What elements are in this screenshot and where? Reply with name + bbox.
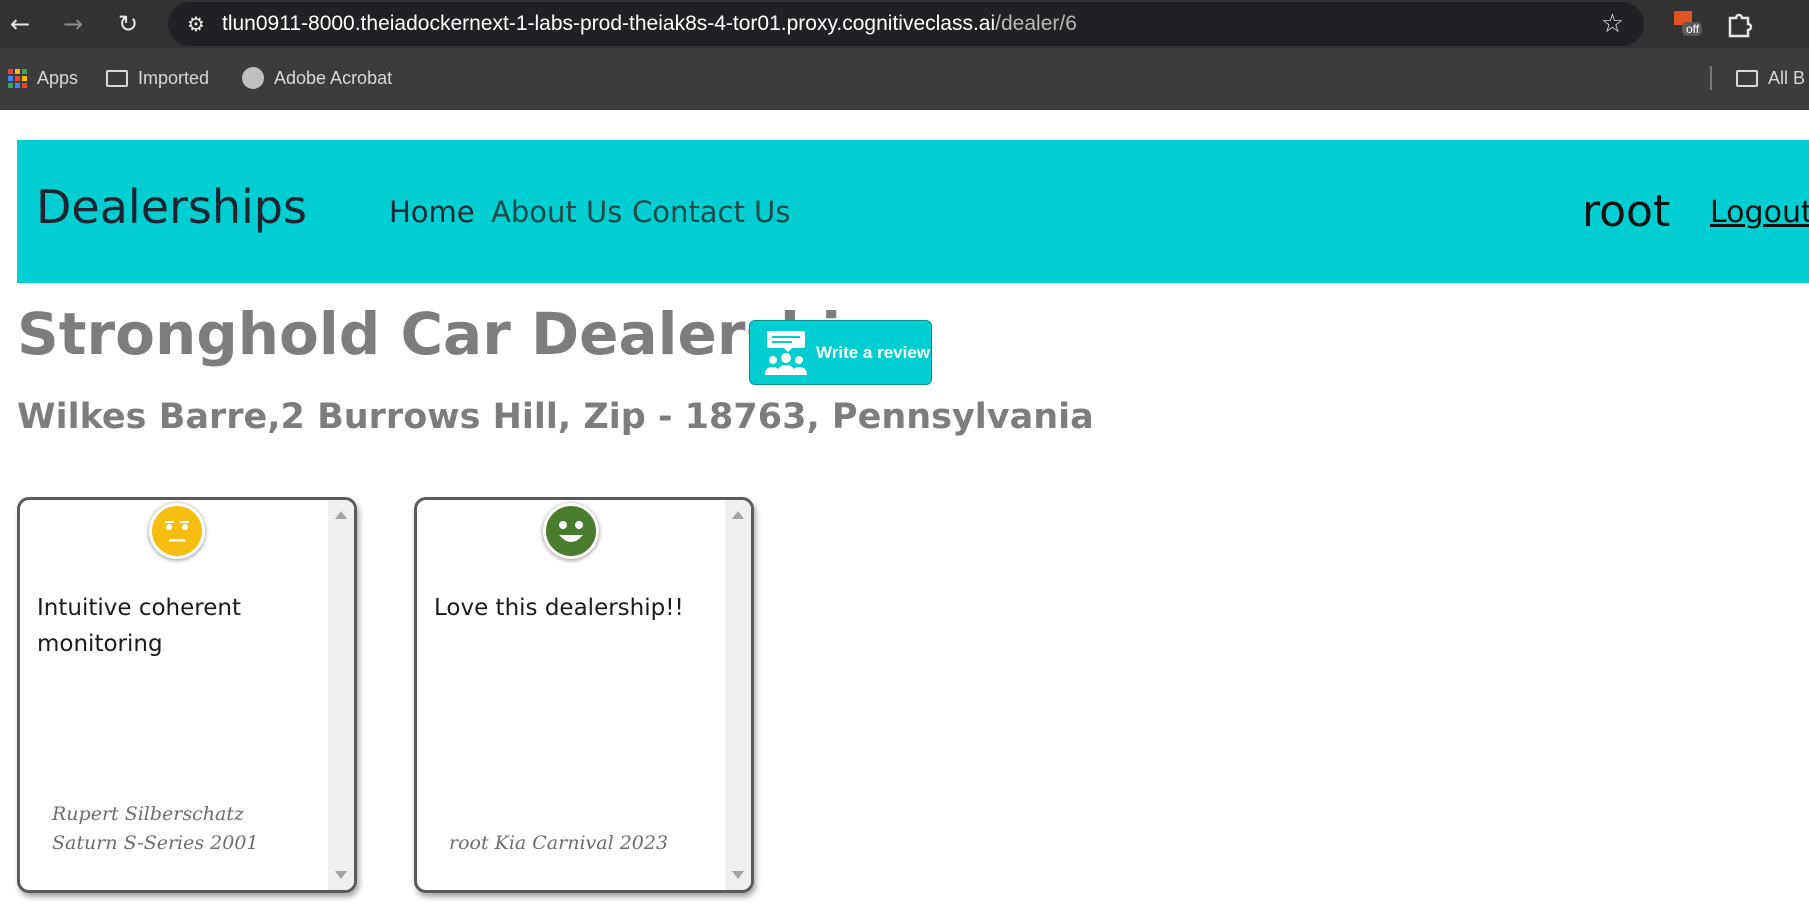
nav-about-us[interactable]: About Us — [491, 195, 622, 229]
bookmark-all-bookmarks[interactable]: All B — [1736, 64, 1805, 92]
bookmark-label: Adobe Acrobat — [274, 67, 393, 88]
scroll-up-arrow-icon[interactable] — [732, 511, 744, 519]
scroll-down-arrow-icon[interactable] — [732, 871, 744, 879]
scroll-up-arrow-icon[interactable] — [335, 511, 347, 519]
back-arrow-icon[interactable]: ← — [4, 8, 36, 40]
bookmark-imported[interactable]: Imported — [106, 64, 209, 92]
apps-grid-icon — [8, 68, 27, 88]
url-path: /dealer/6 — [995, 12, 1077, 35]
folder-icon — [1736, 69, 1758, 87]
review-text: Love this dealership!! — [434, 595, 684, 621]
review-people-icon — [765, 330, 807, 375]
logout-link[interactable]: Logout — [1710, 195, 1809, 230]
nav-contact-us[interactable]: Contact Us — [632, 195, 790, 229]
forward-arrow-icon[interactable]: → — [57, 8, 89, 40]
scroll-down-arrow-icon[interactable] — [335, 871, 347, 879]
bookmarks-bar: Apps Imported Adobe Acrobat All B — [0, 60, 1809, 96]
bookmark-apps[interactable]: Apps — [8, 64, 78, 92]
bookmarks-divider — [1710, 66, 1712, 90]
toolbar: ← → ↻ ⚙ tlun0911-8000.theiadockernext-1-… — [0, 0, 1809, 48]
review-text: Intuitive coherent monitoring — [37, 595, 241, 657]
site-navbar: Dealerships Home About Us Contact Us roo… — [17, 140, 1809, 283]
address-bar[interactable]: ⚙ tlun0911-8000.theiadockernext-1-labs-p… — [168, 2, 1644, 46]
bookmark-label: Apps — [37, 67, 79, 88]
extensions-puzzle-icon[interactable] — [1724, 8, 1756, 40]
bookmark-label: All B — [1768, 67, 1806, 88]
card-scrollbar[interactable] — [725, 500, 751, 890]
url-text[interactable]: tlun0911-8000.theiadockernext-1-labs-pro… — [222, 12, 1077, 36]
write-review-button[interactable]: Write a review — [749, 320, 932, 385]
review-card: Love this dealership!! root Kia Carnival… — [414, 497, 754, 893]
folder-icon — [106, 69, 128, 87]
write-review-label: Write a review — [816, 342, 931, 362]
review-card: Intuitive coherent monitoring Rupert Sil… — [17, 497, 357, 893]
card-scrollbar[interactable] — [328, 500, 354, 890]
extension-badge: off — [1686, 22, 1700, 36]
nav-home[interactable]: Home — [389, 195, 475, 229]
review-author-car: Rupert Silberschatz Saturn S-Series 2001 — [52, 803, 259, 854]
bookmark-star-icon[interactable]: ☆ — [1601, 9, 1624, 39]
bookmark-adobe-acrobat[interactable]: Adobe Acrobat — [242, 64, 392, 92]
globe-icon — [242, 67, 264, 89]
brand-title[interactable]: Dealerships — [36, 180, 307, 234]
site-settings-icon[interactable]: ⚙ — [182, 10, 210, 38]
extension-off-icon[interactable]: off — [1672, 8, 1704, 40]
reload-icon[interactable]: ↻ — [112, 8, 144, 40]
happy-face-icon — [543, 503, 599, 559]
neutral-face-icon — [149, 503, 205, 559]
browser-chrome: ← → ↻ ⚙ tlun0911-8000.theiadockernext-1-… — [0, 0, 1809, 110]
bookmark-label: Imported — [138, 67, 210, 88]
dealer-address: Wilkes Barre,2 Burrows Hill, Zip - 18763… — [17, 397, 1094, 437]
url-host: tlun0911-8000.theiadockernext-1-labs-pro… — [222, 12, 996, 35]
username: root — [1582, 186, 1671, 237]
review-author-car: root Kia Carnival 2023 — [449, 832, 669, 854]
